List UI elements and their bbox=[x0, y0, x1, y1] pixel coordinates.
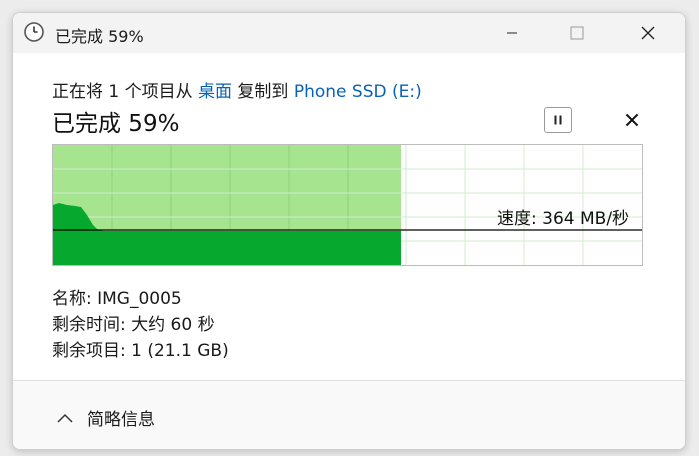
pause-button[interactable] bbox=[544, 107, 572, 133]
fewer-details-toggle[interactable]: 简略信息 bbox=[57, 405, 155, 430]
copy-progress-window: 已完成 59% 正在将 1 个项目从 桌面 复制到 Phone SSD (E:)… bbox=[12, 12, 686, 450]
minimize-icon bbox=[507, 32, 517, 34]
cancel-icon bbox=[625, 113, 639, 127]
source-link[interactable]: 桌面 bbox=[198, 82, 232, 102]
destination-link[interactable]: Phone SSD (E:) bbox=[294, 82, 422, 102]
progress-heading: 已完成 59% bbox=[52, 111, 180, 137]
items-remaining: 剩余项目: 1 (21.1 GB) bbox=[52, 341, 229, 361]
copy-prefix: 正在将 1 个项目从 bbox=[52, 82, 199, 102]
pause-icon bbox=[554, 115, 562, 125]
clock-icon bbox=[24, 22, 44, 42]
window-close-button[interactable] bbox=[625, 13, 671, 53]
file-name: 名称: IMG_0005 bbox=[52, 289, 182, 309]
chevron-up-icon bbox=[57, 413, 73, 423]
minimize-button[interactable] bbox=[489, 13, 535, 53]
time-remaining: 剩余时间: 大约 60 秒 bbox=[52, 315, 215, 335]
speed-label: 速度: 364 MB/秒 bbox=[497, 209, 630, 229]
copy-description: 正在将 1 个项目从 桌面 复制到 Phone SSD (E:) bbox=[52, 77, 422, 102]
window-title: 已完成 59% bbox=[55, 27, 144, 46]
cancel-button[interactable] bbox=[621, 109, 643, 131]
copy-middle: 复制到 bbox=[232, 82, 294, 102]
title-bar: 已完成 59% bbox=[13, 13, 685, 53]
close-icon bbox=[641, 26, 655, 40]
fewer-details-label: 简略信息 bbox=[87, 410, 155, 430]
maximize-icon bbox=[570, 26, 584, 40]
footer-bar: 简略信息 bbox=[13, 380, 685, 449]
maximize-button[interactable] bbox=[554, 13, 600, 53]
